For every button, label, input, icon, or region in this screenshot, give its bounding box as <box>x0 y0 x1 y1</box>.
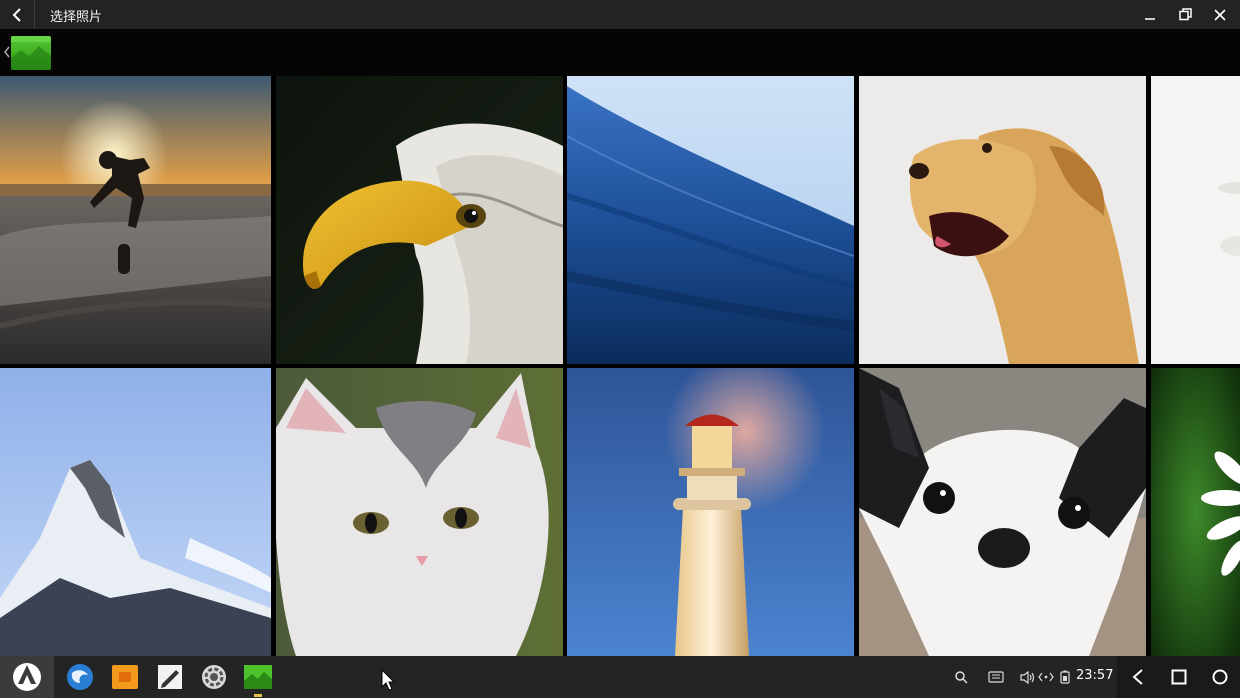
breadcrumb-bar <box>0 29 1240 76</box>
volume-tray-button[interactable] <box>1018 656 1036 698</box>
navigation-bar <box>1117 656 1240 698</box>
volume-icon <box>1019 670 1034 684</box>
keyboard-tray-button[interactable] <box>986 656 1006 698</box>
nav-back-button[interactable] <box>1117 656 1158 698</box>
minimize-icon <box>1145 17 1155 20</box>
skateboarder-sunset-image <box>0 76 271 364</box>
photo-tile[interactable] <box>859 76 1146 364</box>
title-bar: 选择照片 <box>0 0 1240 29</box>
photo-tile[interactable] <box>567 368 854 656</box>
nav-recents-icon <box>1171 669 1186 685</box>
minimize-button[interactable] <box>1132 0 1168 29</box>
gallery-app[interactable] <box>244 663 272 697</box>
bald-eagle-image <box>276 76 563 364</box>
close-icon <box>1214 8 1226 21</box>
close-button[interactable] <box>1202 0 1238 29</box>
golden-retriever-image <box>859 76 1146 364</box>
photo-tile[interactable] <box>1151 368 1240 656</box>
battery-icon <box>1060 670 1070 684</box>
chevron-left-icon[interactable] <box>3 46 11 58</box>
nav-back-icon <box>1131 669 1143 685</box>
restore-button[interactable] <box>1167 0 1203 29</box>
browser-app[interactable] <box>66 663 94 691</box>
launcher-button[interactable] <box>0 656 54 698</box>
french-bulldog-puppy-image <box>859 368 1146 656</box>
photo-tile[interactable] <box>859 368 1146 656</box>
window-title: 选择照片 <box>50 10 103 25</box>
photo-tile[interactable] <box>276 368 563 656</box>
kitten-image <box>276 368 563 656</box>
image-folder-icon[interactable] <box>11 36 51 70</box>
ocean-wave-image <box>567 76 854 364</box>
photo-tile[interactable] <box>0 368 271 656</box>
battery-tray-button[interactable] <box>1057 656 1073 698</box>
lighthouse-image <box>567 368 854 656</box>
text-editor-icon <box>158 665 182 689</box>
search-tray-button[interactable] <box>952 656 970 698</box>
settings-app[interactable] <box>200 663 228 691</box>
photo-tile[interactable] <box>276 76 563 364</box>
mouse-cursor-icon <box>381 669 395 691</box>
photo-tile[interactable] <box>567 76 854 364</box>
restore-icon <box>1178 8 1192 21</box>
search-icon <box>954 670 968 684</box>
browser-icon <box>67 664 93 690</box>
network-icon <box>1038 672 1054 682</box>
photo-tile[interactable] <box>1151 76 1240 364</box>
daisy-green-image <box>1151 368 1240 656</box>
files-app[interactable] <box>111 663 139 691</box>
matterhorn-mountain-image <box>0 368 271 656</box>
nav-home-icon <box>1212 669 1227 685</box>
back-arrow-icon <box>12 7 21 22</box>
running-indicator <box>254 694 262 697</box>
network-tray-button[interactable] <box>1037 656 1055 698</box>
photo-grid <box>0 76 1240 656</box>
launcher-icon <box>13 663 41 691</box>
clock[interactable]: 23:57 <box>1076 668 1113 683</box>
gallery-icon <box>244 665 272 689</box>
back-button[interactable] <box>0 0 35 29</box>
photo-tile[interactable] <box>0 76 271 364</box>
white-flower-image <box>1151 76 1240 364</box>
text-editor-app[interactable] <box>156 663 184 691</box>
nav-home-button[interactable] <box>1199 656 1240 698</box>
files-icon <box>112 665 138 689</box>
taskbar: 23:57 <box>0 656 1240 698</box>
nav-recents-button[interactable] <box>1158 656 1199 698</box>
keyboard-icon <box>988 671 1004 683</box>
settings-icon <box>202 665 226 689</box>
